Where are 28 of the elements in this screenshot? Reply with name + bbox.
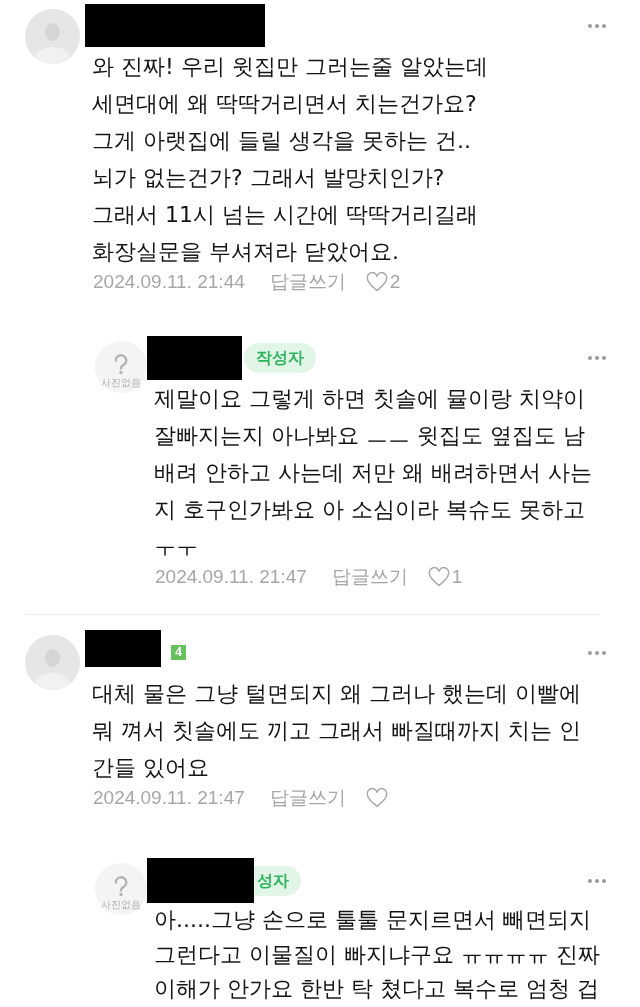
more-icon[interactable] (588, 24, 606, 28)
heart-icon[interactable] (365, 788, 388, 808)
more-icon[interactable] (588, 878, 606, 883)
avatar-caption: 사진없음 (101, 377, 141, 388)
author-badge: 성자 (254, 865, 301, 896)
comment-text: 아.....그냥 손으로 툴툴 문지르면서 빼면되지 그런다고 이물질이 빠지냐구요 ㅠㅠㅠㅠ 진짜 이해가 안가요 한반 탁 쳤다고 복수로 엄청 겁 (153, 906, 601, 1003)
more-icon[interactable] (588, 356, 606, 360)
question-mark-icon (113, 354, 129, 375)
reply-link[interactable]: 답글쓰기 (269, 269, 346, 295)
like-count: 2 (389, 271, 401, 293)
level-badge: 4 (171, 645, 186, 660)
reply-link[interactable]: 답글쓰기 (269, 785, 346, 811)
heart-icon[interactable] (427, 567, 450, 587)
comment-text: 제말이요 그렇게 하면 칫솔에 뮬이랑 치약이 잘빠지는지 아나봐요 ㅡㅡ 윗집도 옆집도 남 배려 안하고 사는데 저만 왜 배려하면서 사는 지 호구인가봐요 아 소심이라 복슈도 못하고 ㅜㅜ (153, 385, 593, 561)
heart-icon[interactable] (365, 272, 388, 292)
comment-date: 2024.09.11. 21:47 (155, 566, 307, 588)
comment-date: 2024.09.11. 21:47 (93, 787, 245, 809)
comment-date: 2024.09.11. 21:44 (93, 271, 245, 293)
comment-text: 와 진짜! 우리 윗집만 그러는줄 알았는데 세면대에 왜 딱딱거리면서 치는건가요? 그게 아랫집에 들릴 생각을 못하는 건.. 뇌가 없는건가? 그래서 발망치인가? 그래서 11시 넘는 시간에 딱딱거리길래 화장실문을 부셔져라 닫았어요. (91, 53, 489, 266)
comment-text: 대체 물은 그냥 털면되지 왜 그러나 했는데 이빨에 뭐 껴서 칫솔에도 끼고 그래서 빠질때까지 치는 인 간들 있어요 (91, 680, 582, 782)
like-count: 1 (451, 566, 463, 588)
avatar-caption: 사진없음 (101, 899, 141, 910)
more-icon[interactable] (588, 650, 606, 655)
person-avatar-icon (25, 9, 80, 64)
reply-link[interactable]: 답글쓰기 (331, 564, 408, 590)
question-mark-icon (113, 876, 129, 897)
author-badge: 작성자 (244, 343, 316, 373)
person-avatar-icon (25, 635, 80, 690)
